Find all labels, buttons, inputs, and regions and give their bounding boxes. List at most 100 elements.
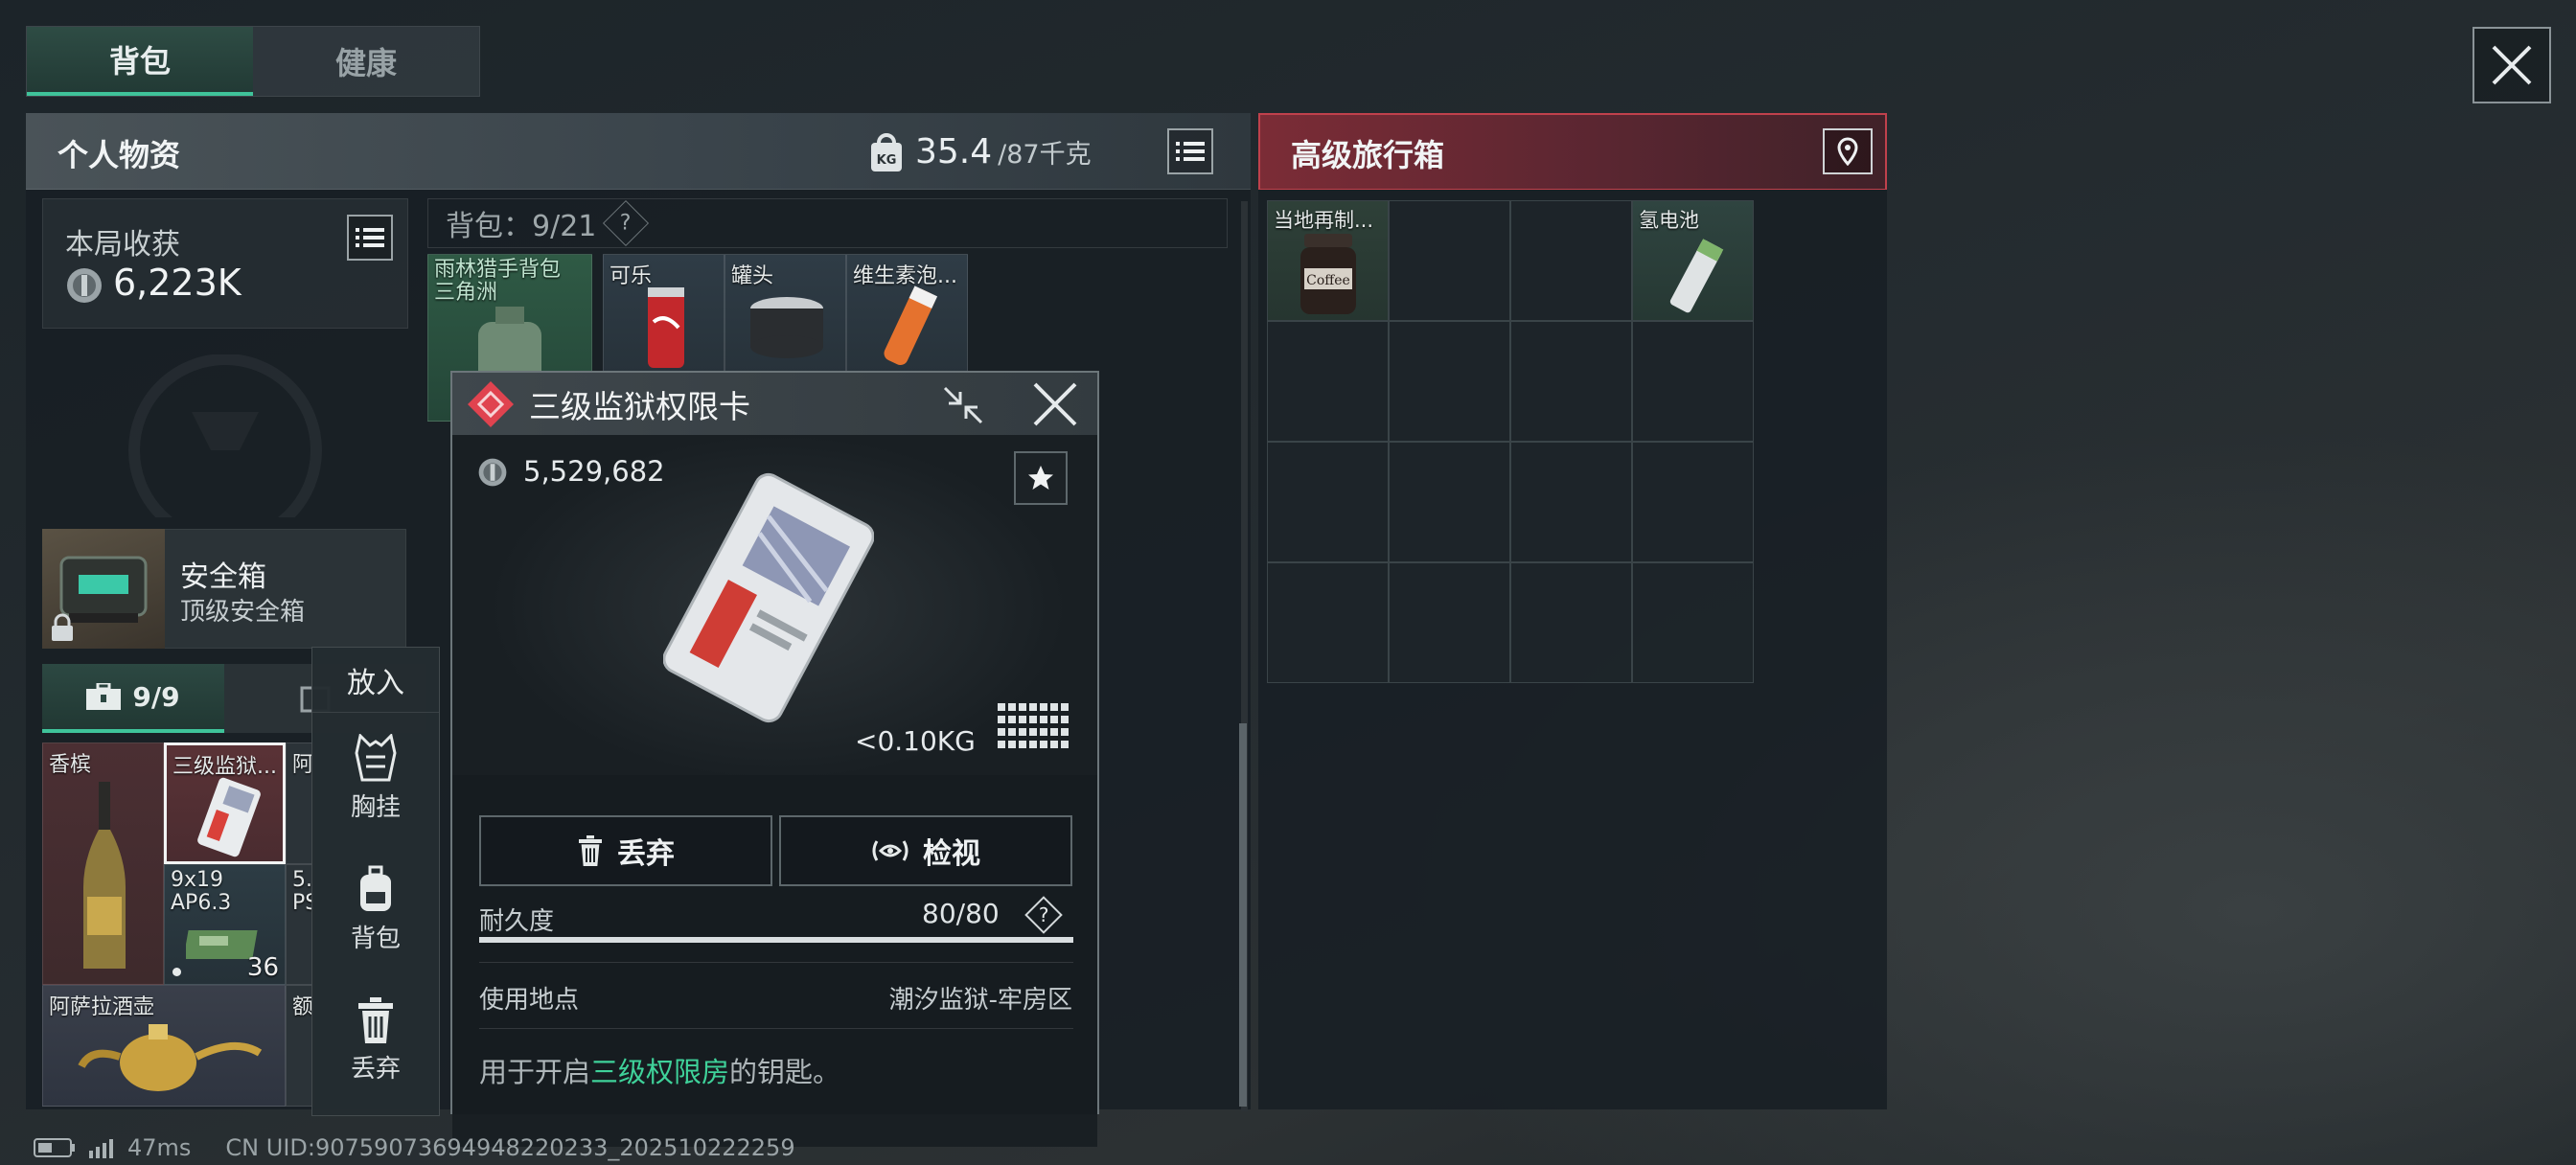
battery-status-icon — [34, 1138, 75, 1157]
location-value: 潮汐监狱-牢房区 — [888, 986, 1072, 1015]
discard-option[interactable]: 丢弃 — [312, 975, 439, 1107]
safe-box-type: 顶级安全箱 — [180, 598, 306, 627]
battery-icon — [1669, 239, 1724, 313]
travel-box-slot[interactable] — [1510, 562, 1632, 683]
collapse-icon[interactable] — [941, 384, 985, 426]
travel-box-slot[interactable] — [1389, 562, 1510, 683]
main-tabs: 背包 健康 — [26, 26, 480, 97]
travel-box-slot[interactable] — [1267, 321, 1389, 442]
ammo-count: 36 — [246, 953, 279, 982]
item-weight: <0.10KG — [855, 725, 976, 757]
tab-quick-slots[interactable]: 9/9 — [42, 664, 224, 733]
item-5-56-ammo[interactable]: 5.56 PS — [286, 864, 314, 985]
travel-box-title: 高级旅行箱 — [1291, 137, 1445, 173]
trash-icon — [358, 997, 393, 1043]
quick-slot-count: 9/9 — [132, 680, 180, 713]
discard-button[interactable]: 丢弃 — [479, 815, 772, 886]
travel-box-slot[interactable] — [1510, 321, 1632, 442]
description-highlight: 三级权限房 — [590, 1056, 730, 1088]
item-price: 5,529,682 — [523, 455, 665, 488]
item-partial-e[interactable]: 额 — [286, 985, 314, 1107]
personal-supplies-title: 个人物资 — [58, 137, 181, 173]
access-card-icon — [197, 777, 261, 857]
put-into-title: 放入 — [312, 648, 439, 713]
travel-box-grid: 当地再制... Coffee 氢电池 — [1267, 200, 1756, 684]
earnings-label: 本局收获 — [65, 228, 180, 262]
item-asala-flask[interactable]: 阿萨拉酒壶 — [42, 985, 286, 1107]
item-prison-card-selected[interactable]: 三级监狱... — [164, 742, 286, 864]
item-champagne[interactable]: 香槟 — [42, 742, 164, 985]
backpack-icon — [360, 865, 391, 911]
coffee-jar-icon: Coffee — [1300, 234, 1356, 314]
travel-box-slot[interactable] — [1267, 562, 1389, 683]
list-icon — [1176, 142, 1205, 161]
durability-help-icon[interactable]: ? — [1024, 896, 1063, 934]
access-card-image — [663, 472, 874, 723]
personal-sort-button[interactable] — [1167, 128, 1213, 174]
durability-bar — [479, 937, 1073, 943]
location-label: 使用地点 — [479, 986, 580, 1015]
item-cola[interactable]: 可乐 — [603, 254, 724, 376]
inspect-icon — [872, 840, 908, 861]
coin-icon — [67, 268, 102, 303]
travel-box-slot[interactable] — [1510, 442, 1632, 562]
weight-icon: KG — [871, 133, 902, 171]
item-local-coffee[interactable]: 当地再制... Coffee — [1267, 200, 1389, 321]
item-detail-header: 三级监狱权限卡 — [452, 373, 1097, 435]
coin-icon — [478, 458, 507, 487]
svg-text:Coffee: Coffee — [1306, 273, 1350, 288]
close-button[interactable] — [2472, 27, 2551, 103]
weight-current: 35.4 — [915, 132, 993, 171]
vest-icon — [355, 734, 397, 782]
tab-health[interactable]: 健康 — [253, 27, 479, 96]
travel-box-slot[interactable] — [1632, 321, 1754, 442]
champagne-bottle-icon — [83, 782, 126, 969]
inspect-button[interactable]: 检视 — [779, 815, 1072, 886]
weight-readout: 35.4 /87千克 — [915, 132, 1092, 174]
travel-box-slot[interactable] — [1632, 442, 1754, 562]
vitamin-tube-icon — [884, 286, 938, 366]
can-icon — [750, 297, 823, 358]
put-into-menu: 放入 胸挂 背包 丢弃 — [311, 647, 440, 1116]
travel-box-slot[interactable] — [1510, 200, 1632, 321]
list-icon — [356, 228, 384, 247]
durability-value: 80/80 — [922, 898, 1000, 929]
travel-box-slot[interactable] — [1389, 200, 1510, 321]
item-hydrogen-battery[interactable]: 氢电池 — [1632, 200, 1754, 321]
favorite-button[interactable] — [1014, 451, 1068, 505]
put-into-chest-rig[interactable]: 胸挂 — [312, 713, 439, 844]
travel-box-slot[interactable] — [1632, 562, 1754, 683]
signal-icon — [89, 1139, 113, 1158]
toolbox-icon — [86, 683, 122, 710]
travel-box-slot[interactable] — [1389, 442, 1510, 562]
star-icon — [1028, 466, 1053, 490]
weight-max: /87千克 — [998, 140, 1092, 170]
travel-box-slot[interactable] — [1267, 442, 1389, 562]
trash-icon — [579, 835, 602, 866]
uid-text: CN UID:90759073694948220233_202510222259 — [225, 1134, 795, 1161]
backpack-capacity: 背包：9/21 — [446, 210, 597, 243]
travel-box-location-button[interactable] — [1823, 128, 1873, 174]
location-pin-icon — [1837, 137, 1858, 166]
tab-backpack[interactable]: 背包 — [27, 27, 253, 96]
size-grid-icon — [998, 703, 1069, 748]
item-canned-food[interactable]: 罐头 — [724, 254, 846, 376]
item-partial-a[interactable]: 阿 — [286, 742, 314, 864]
backpack-capacity-bar: 背包：9/21 ? — [427, 198, 1228, 248]
close-icon — [2492, 45, 2532, 85]
earnings-list-button[interactable] — [347, 215, 393, 261]
item-name: 三级监狱权限卡 — [529, 387, 750, 425]
item-vitamin-tablet[interactable]: 维生素泡... — [846, 254, 968, 376]
item-detail-popup: 三级监狱权限卡 5,529,682 <0.10KG 丢弃 检视 耐久度 80/8… — [450, 371, 1099, 1147]
travel-box-slot[interactable] — [1389, 321, 1510, 442]
emblem-watermark — [128, 354, 322, 517]
svg-text:KG: KG — [877, 153, 897, 168]
item-9x19-ammo[interactable]: 9x19 AP6.3 36 — [164, 864, 286, 985]
backpack-help-icon[interactable]: ? — [603, 199, 650, 247]
lock-icon — [52, 613, 73, 641]
ping-value: 47ms — [127, 1134, 192, 1161]
close-icon[interactable] — [1031, 382, 1079, 426]
gold-flask-icon — [78, 1024, 263, 1091]
scrollbar[interactable] — [1239, 723, 1247, 1107]
put-into-backpack[interactable]: 背包 — [312, 844, 439, 975]
